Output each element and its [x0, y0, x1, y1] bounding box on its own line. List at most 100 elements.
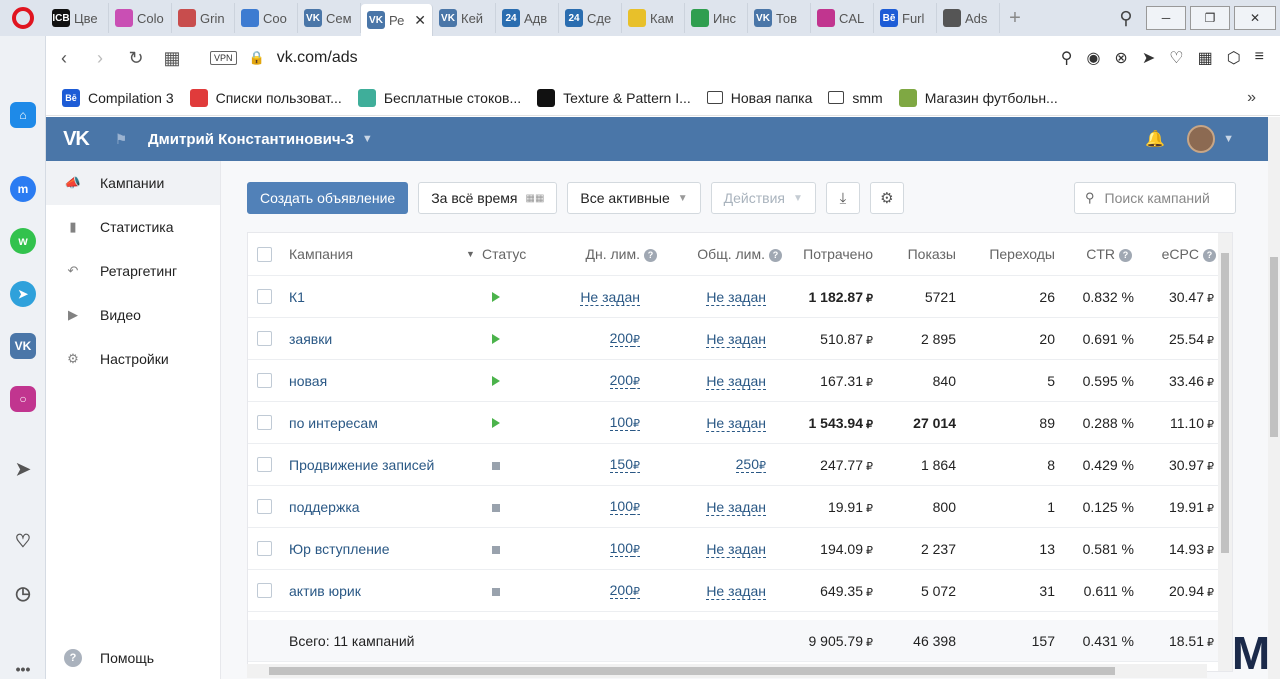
- stop-status-icon[interactable]: [486, 583, 506, 599]
- browser-tab[interactable]: Coo: [235, 3, 298, 33]
- row-checkbox[interactable]: [257, 415, 272, 430]
- bookmark-item[interactable]: smm: [828, 90, 883, 106]
- question-icon[interactable]: ?: [769, 248, 782, 262]
- easy-setup-icon[interactable]: ≡: [1255, 48, 1264, 68]
- campaign-name-link[interactable]: по интересам: [289, 415, 378, 431]
- total-limit-link[interactable]: Не задан: [706, 372, 766, 390]
- col-header-day-limit[interactable]: Дн. лим.?: [586, 246, 657, 262]
- campaign-name-link[interactable]: актив юрик: [289, 583, 361, 599]
- total-limit-link[interactable]: Не задан: [706, 330, 766, 348]
- browser-tab[interactable]: Colo: [109, 3, 172, 33]
- settings-button[interactable]: ⚙: [869, 182, 904, 214]
- menu-item[interactable]: ▮ Статистика: [46, 205, 220, 249]
- day-limit-link[interactable]: 100₽: [609, 497, 640, 516]
- row-checkbox[interactable]: [257, 457, 272, 472]
- total-limit-link[interactable]: Не задан: [706, 540, 766, 558]
- close-tab-icon[interactable]: ✕: [414, 12, 426, 29]
- tab-search-icon[interactable]: ⚲: [1106, 8, 1146, 29]
- play-status-icon[interactable]: [486, 289, 506, 305]
- close-window-button[interactable]: ✕: [1234, 6, 1276, 30]
- bell-icon[interactable]: 🔔: [1145, 129, 1165, 149]
- select-all-checkbox[interactable]: [257, 246, 272, 262]
- new-tab-button[interactable]: +: [1000, 7, 1030, 30]
- day-limit-link[interactable]: 100₽: [609, 539, 640, 558]
- browser-tab[interactable]: VK Ре ✕: [361, 4, 433, 36]
- whatsapp-icon[interactable]: w: [10, 228, 36, 254]
- vk-icon[interactable]: VK: [10, 333, 36, 359]
- browser-tab[interactable]: Bē Furl: [874, 3, 937, 33]
- browser-tab[interactable]: Grin: [172, 3, 235, 33]
- col-header-ecpc[interactable]: eCPC?: [1162, 246, 1216, 262]
- campaign-search-input[interactable]: ⚲ Поиск кампаний: [1074, 182, 1236, 214]
- col-header-name[interactable]: Кампания: [289, 246, 353, 262]
- play-status-icon[interactable]: [486, 415, 506, 431]
- more-icon[interactable]: •••: [10, 656, 36, 679]
- row-checkbox[interactable]: [257, 499, 272, 514]
- create-ad-button[interactable]: Создать объявление: [247, 182, 409, 214]
- total-limit-link[interactable]: Не задан: [706, 582, 766, 600]
- day-limit-link[interactable]: 100₽: [609, 413, 640, 432]
- zoom-search-icon[interactable]: ⚲: [1061, 48, 1073, 68]
- col-header-spent[interactable]: Потрачено: [803, 246, 873, 262]
- download-button[interactable]: ⤓: [825, 182, 860, 214]
- day-limit-link[interactable]: 150₽: [609, 455, 640, 474]
- browser-tab[interactable]: Кам: [622, 3, 685, 33]
- period-select[interactable]: За всё время ▦▦: [418, 182, 558, 214]
- history-clock-icon[interactable]: ◷: [10, 580, 36, 606]
- menu-item[interactable]: ↶ Ретаргетинг: [46, 249, 220, 293]
- day-limit-link[interactable]: 200₽: [609, 329, 640, 348]
- help-link[interactable]: ? Помощь: [46, 636, 221, 679]
- heart-icon[interactable]: ♡: [10, 528, 36, 554]
- row-checkbox[interactable]: [257, 331, 272, 346]
- reload-icon[interactable]: ↻: [118, 48, 154, 69]
- browser-tab[interactable]: VK Тов: [748, 3, 811, 33]
- row-checkbox[interactable]: [257, 289, 272, 304]
- table-vertical-scrollbar[interactable]: [1218, 233, 1232, 671]
- browser-tab[interactable]: Ads: [937, 3, 1000, 33]
- browser-tab[interactable]: VK Сем: [298, 3, 361, 33]
- total-limit-link[interactable]: 250₽: [735, 455, 766, 474]
- total-limit-link[interactable]: Не задан: [706, 498, 766, 516]
- bookmark-heart-icon[interactable]: ♡: [1169, 48, 1183, 68]
- vk-logo-icon[interactable]: VK: [46, 128, 106, 151]
- row-checkbox[interactable]: [257, 373, 272, 388]
- minimize-button[interactable]: ─: [1146, 6, 1186, 30]
- campaign-name-link[interactable]: Продвижение записей: [289, 457, 434, 473]
- browser-tab[interactable]: CAL: [811, 3, 874, 33]
- row-checkbox[interactable]: [257, 541, 272, 556]
- col-header-clicks[interactable]: Переходы: [989, 246, 1055, 262]
- play-status-icon[interactable]: [486, 331, 506, 347]
- flag-icon[interactable]: ⚑: [106, 131, 136, 148]
- home-icon[interactable]: ⌂: [10, 102, 36, 128]
- page-scrollbar[interactable]: [1268, 117, 1280, 679]
- menu-item[interactable]: ▶ Видео: [46, 293, 220, 337]
- campaign-name-link[interactable]: К1: [289, 289, 305, 305]
- bookmark-item[interactable]: Новая папка: [706, 90, 812, 106]
- campaign-name-link[interactable]: новая: [289, 373, 327, 389]
- campaign-name-link[interactable]: заявки: [289, 331, 332, 347]
- table-horizontal-scrollbar[interactable]: [247, 664, 1207, 678]
- opera-logo-icon[interactable]: [0, 0, 46, 36]
- stop-status-icon[interactable]: [486, 541, 506, 557]
- bookmark-item[interactable]: Texture & Pattern I...: [537, 88, 691, 107]
- avatar[interactable]: [1187, 125, 1216, 153]
- question-icon[interactable]: ?: [1119, 248, 1132, 262]
- browser-tab[interactable]: Инс: [685, 3, 748, 33]
- col-header-status[interactable]: Статус: [482, 246, 526, 262]
- question-icon[interactable]: ?: [644, 248, 657, 262]
- adblock-icon[interactable]: ⊗: [1114, 48, 1127, 68]
- chevron-down-icon[interactable]: ▼: [362, 133, 373, 145]
- question-icon[interactable]: ?: [1203, 248, 1216, 262]
- menu-item[interactable]: 📣 Кампании: [46, 161, 220, 205]
- browser-tab[interactable]: 24 Сде: [559, 3, 622, 33]
- day-limit-link[interactable]: Не задан: [580, 288, 640, 306]
- instagram-icon[interactable]: ○: [10, 386, 36, 412]
- speed-dial-icon[interactable]: ▦: [154, 48, 190, 69]
- telegram-icon[interactable]: ➤: [10, 281, 36, 307]
- send-icon[interactable]: ➤: [10, 456, 36, 482]
- bookmark-item[interactable]: Bē Compilation 3: [62, 88, 174, 107]
- avatar-chevron-down-icon[interactable]: ▼: [1223, 133, 1234, 145]
- col-header-ctr[interactable]: CTR?: [1086, 246, 1132, 262]
- account-name[interactable]: Дмитрий Константинович-3: [148, 131, 354, 148]
- total-limit-link[interactable]: Не задан: [706, 288, 766, 306]
